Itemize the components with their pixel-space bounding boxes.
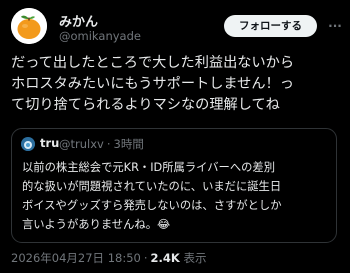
author-handle[interactable]: @omikanyade [59, 29, 141, 43]
quote-meta: @trulxv · 3時間 [59, 136, 147, 152]
tweet-text: だって出したところで大した利益出ないから ホロスタみたいにもうサポートしません！… [11, 53, 346, 116]
more-dots-icon[interactable]: ··· [327, 15, 343, 37]
quote-separator: · [106, 137, 111, 151]
quote-text-line: ボイスやグッズすら発売しないのは、さすがとしか [22, 199, 282, 212]
author-display-name[interactable]: みかん [59, 11, 98, 30]
tweet: みかん @omikanyade フォローする ··· だって出したところで大した… [0, 0, 350, 273]
tru-avatar-icon[interactable] [21, 137, 35, 151]
orange-fruit-icon [11, 8, 47, 44]
tweet-footer: 2026年04月27日 18:50 · 2.4K 表示 [11, 250, 206, 266]
footer-dot: · [143, 251, 148, 265]
views-count: 2.4K [150, 251, 180, 265]
tweet-text-line: だって出したところで大した利益出ないから [11, 55, 295, 71]
tweet-timestamp[interactable]: 2026年04月27日 18:50 [11, 251, 141, 265]
tweet-text-line: ホロスタみたいにもうサポートしません！っ [11, 76, 294, 92]
quote-author-name: tru [40, 136, 60, 150]
tweet-text-line: て切り捨てられるよりマシなの理解してね [11, 97, 280, 113]
quote-text-line: 以前の株主総会で元KR・ID所属ライバーへの差別 [22, 161, 276, 174]
follow-button[interactable]: フォローする [224, 15, 317, 37]
author-avatar[interactable] [11, 8, 47, 44]
quote-text-line: 的な扱いが問題視されていたのに、いまだに誕生日 [22, 180, 282, 193]
views-label: 表示 [183, 251, 207, 265]
quote-text: 以前の株主総会で元KR・ID所属ライバーへの差別 的な扱いが問題視されていたのに… [22, 158, 334, 234]
quoted-tweet[interactable]: tru @trulxv · 3時間 以前の株主総会で元KR・ID所属ライバーへの差別… [11, 128, 337, 243]
quote-text-line: 言いようがありませんね。😂 [22, 218, 171, 231]
quote-time: 3時間 [113, 137, 144, 151]
quote-author-handle: @trulxv [59, 137, 104, 151]
